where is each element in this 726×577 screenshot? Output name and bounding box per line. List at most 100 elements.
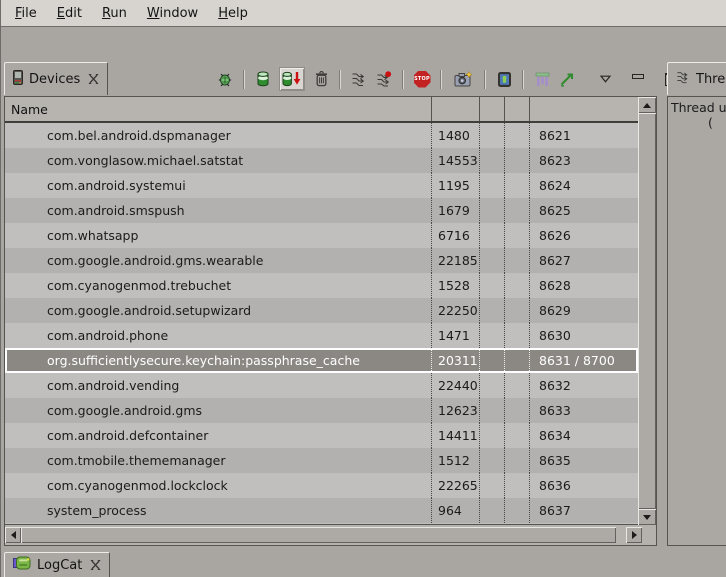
menu-window[interactable]: Window <box>137 3 208 24</box>
process-pid: 6716 <box>431 223 479 248</box>
process-row[interactable]: system_process964 8637 <box>5 498 638 523</box>
process-row[interactable]: com.android.systemui11958624 <box>5 173 638 198</box>
process-row[interactable]: com.bel.android.dspmanager14808621 <box>5 123 638 148</box>
table-viewport: Name com.bel.android.dspmanager14808621c… <box>5 97 638 525</box>
menubar: File Edit Run Window Help <box>1 0 726 27</box>
process-row[interactable]: com.tmobile.thememanager15128635 <box>5 448 638 473</box>
tab-threads[interactable]: Threa <box>667 62 726 95</box>
horizontal-scrollbar[interactable] <box>5 527 642 543</box>
scroll-up-button[interactable] <box>638 97 656 113</box>
process-row[interactable]: com.android.phone14718630 <box>5 323 638 348</box>
empty-cell <box>479 173 504 198</box>
process-port: 8627 <box>529 248 638 273</box>
column-header-name[interactable]: Name <box>5 97 431 121</box>
process-name: com.bel.android.dspmanager <box>5 123 431 148</box>
empty-cell <box>479 298 504 323</box>
threads-panel: Threa Thread up ( <box>667 62 726 546</box>
logcat-icon <box>13 556 31 574</box>
close-icon[interactable] <box>90 560 101 570</box>
process-row[interactable]: org.sufficientlysecure.keychain:passphra… <box>5 348 638 373</box>
process-table: Name com.bel.android.dspmanager14808621c… <box>4 96 657 546</box>
empty-cell <box>479 248 504 273</box>
process-port: 8628 <box>529 273 638 298</box>
process-name: com.vonglasow.michael.satstat <box>5 148 431 173</box>
empty-cell <box>479 123 504 148</box>
process-port: 8632 <box>529 373 638 398</box>
process-row[interactable]: com.whatsapp67168626 <box>5 223 638 248</box>
empty-cell <box>479 148 504 173</box>
process-row[interactable]: com.vonglasow.michael.satstat145538623 <box>5 148 638 173</box>
process-pid: 12623 <box>431 398 479 423</box>
empty-cell <box>504 223 529 248</box>
empty-cell <box>479 398 504 423</box>
process-name: system_process <box>5 498 431 523</box>
process-name: com.google.android.gms <box>5 398 431 423</box>
process-pid: 1679 <box>431 198 479 223</box>
column-header-empty[interactable] <box>504 97 529 121</box>
cause-gc-icon[interactable] <box>312 70 330 88</box>
process-pid: 14411 <box>431 423 479 448</box>
process-table-body: com.bel.android.dspmanager14808621com.vo… <box>5 123 638 523</box>
column-header-pid[interactable] <box>431 97 479 121</box>
process-row[interactable]: com.google.android.gms.wearable221858627 <box>5 248 638 273</box>
process-pid: 22185 <box>431 248 479 273</box>
process-row[interactable]: com.google.android.gms12623 8633 <box>5 398 638 423</box>
menu-edit[interactable]: Edit <box>47 3 92 24</box>
menu-run[interactable]: Run <box>92 3 137 24</box>
logcat-tab-label: LogCat <box>37 558 82 573</box>
start-method-profiling-icon[interactable] <box>375 70 393 88</box>
update-heap-icon[interactable] <box>254 70 272 88</box>
process-row[interactable]: com.android.vending224408632 <box>5 373 638 398</box>
view-menu-icon[interactable] <box>596 70 614 88</box>
process-name: com.android.defcontainer <box>5 423 431 448</box>
process-pid: 20311 <box>431 348 479 373</box>
threads-content: Thread up ( <box>667 96 726 546</box>
process-row[interactable]: com.cyanogenmod.trebuchet15288628 <box>5 273 638 298</box>
menu-file[interactable]: File <box>5 3 47 24</box>
empty-cell <box>479 348 504 373</box>
vertical-scrollbar-thumb[interactable] <box>638 113 656 509</box>
threads-message-line1: Thread up <box>668 97 726 115</box>
process-pid: 1528 <box>431 273 479 298</box>
column-header-empty[interactable] <box>479 97 504 121</box>
table-header: Name <box>5 97 638 123</box>
process-port: 8633 <box>529 398 638 423</box>
device-phone-icon <box>13 70 23 89</box>
tab-devices[interactable]: Devices <box>4 62 108 95</box>
process-row[interactable]: com.google.android.setupwizard222508629 <box>5 298 638 323</box>
empty-cell <box>504 348 529 373</box>
scroll-down-button[interactable] <box>638 509 656 525</box>
process-name: org.sufficientlysecure.keychain:passphra… <box>5 348 431 373</box>
stop-process-icon[interactable]: STOP <box>413 70 431 88</box>
process-port: 8634 <box>529 423 638 448</box>
process-pid: 1195 <box>431 173 479 198</box>
tab-logcat[interactable]: LogCat <box>4 552 110 577</box>
toolbar-separator <box>522 70 524 89</box>
dump-hprof-icon[interactable] <box>279 67 305 91</box>
column-header-port[interactable] <box>529 97 638 121</box>
process-row[interactable]: com.cyanogenmod.lockclock222658636 <box>5 473 638 498</box>
scroll-left-button[interactable] <box>5 527 21 543</box>
devices-tabbar: Devices <box>4 62 657 96</box>
process-pid: 964 <box>431 498 479 523</box>
empty-cell <box>479 223 504 248</box>
process-row[interactable]: com.android.smspush16798625 <box>5 198 638 223</box>
device-view-icon[interactable] <box>495 70 513 88</box>
process-row[interactable]: com.android.defcontainer14411 8634 <box>5 423 638 448</box>
minimize-icon[interactable] <box>629 70 647 88</box>
process-port: 8637 <box>529 498 638 523</box>
scroll-right-button[interactable] <box>626 527 642 543</box>
process-port: 8624 <box>529 173 638 198</box>
ui-hierarchy-icon[interactable] <box>533 70 551 88</box>
empty-cell <box>504 473 529 498</box>
vertical-scrollbar[interactable] <box>638 97 656 525</box>
menu-help[interactable]: Help <box>208 3 258 24</box>
debug-process-icon[interactable] <box>216 70 234 88</box>
process-name: com.android.vending <box>5 373 431 398</box>
update-threads-icon[interactable] <box>350 70 368 88</box>
screen-capture-icon[interactable] <box>451 70 475 88</box>
system-info-icon[interactable] <box>558 70 576 88</box>
horizontal-scrollbar-thumb[interactable] <box>21 527 616 543</box>
close-icon[interactable] <box>88 74 99 84</box>
process-name: com.google.android.setupwizard <box>5 298 431 323</box>
